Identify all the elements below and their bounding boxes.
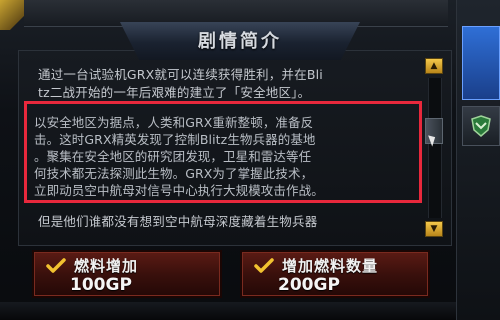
button-price: 200GP — [278, 275, 340, 295]
scroll-track[interactable] — [428, 78, 442, 218]
button-label: 增加燃料数量 — [282, 257, 379, 275]
bottom-strip — [0, 302, 456, 320]
panel-title: 剧情简介 — [198, 31, 282, 52]
fuel-amount-button[interactable]: 增加燃料数量 200GP — [240, 250, 430, 298]
scroll-down-button[interactable]: ▼ — [425, 221, 443, 237]
check-icon — [254, 258, 274, 273]
triangle-down-icon: ▼ — [430, 224, 438, 234]
fuel-increase-button[interactable]: 燃料增加 100GP — [32, 250, 222, 298]
right-top-button[interactable] — [462, 26, 500, 100]
scroll-up-button[interactable]: ▲ — [425, 58, 443, 74]
button-price: 100GP — [70, 275, 132, 295]
intro-line: 通过一台试验机GRX就可以连续获得胜利，并在Bli — [38, 67, 323, 82]
highlight-line: 立即动员空中航母对信号中心执行大规模攻击作战。 — [34, 183, 324, 198]
button-label: 燃料增加 — [74, 257, 139, 275]
intro-line: tz二战开始的一年后艰难的建立了「安全地区」。 — [38, 85, 311, 100]
triangle-up-icon: ▲ — [430, 61, 438, 71]
story-tail-line: 但是他们谁都没有想到空中航母深度藏着生物兵器 — [38, 214, 318, 229]
check-icon — [46, 258, 66, 273]
shield-icon — [471, 115, 491, 137]
